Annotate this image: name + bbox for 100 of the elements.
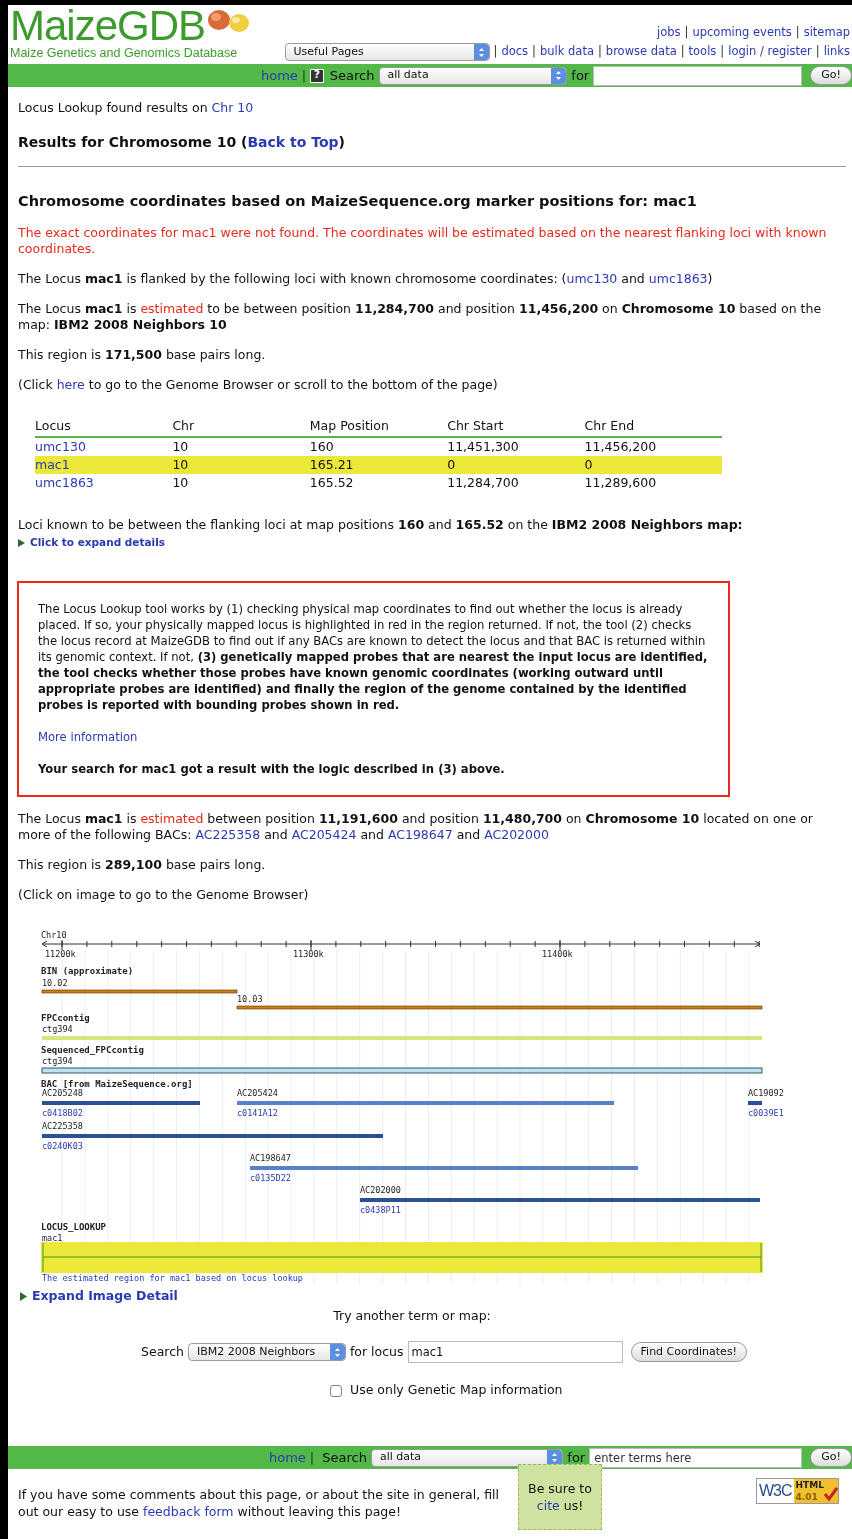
- link[interactable]: AC205424: [291, 826, 357, 842]
- cite-text: Be sure to: [528, 1480, 592, 1497]
- feature-label: mac1: [42, 1232, 63, 1243]
- nav-link[interactable]: upcoming events: [692, 24, 792, 42]
- link[interactable]: umc130: [566, 270, 618, 286]
- separator: |: [532, 43, 536, 61]
- link[interactable]: AC198647: [387, 826, 453, 842]
- cite-text: us!: [562, 1497, 584, 1514]
- locus-link[interactable]: umc130: [35, 438, 173, 457]
- link[interactable]: AC202000: [484, 826, 549, 842]
- chromosome-label: Chr10: [41, 929, 67, 940]
- map-dropdown[interactable]: IBM2 2008 Neighbors: [187, 1343, 346, 1362]
- separator: |: [309, 1448, 315, 1467]
- nav-link[interactable]: links: [823, 43, 850, 61]
- track-label: BAC [from MaizeSequence.org]: [41, 1078, 193, 1089]
- link[interactable]: Back to Top: [247, 133, 339, 150]
- link[interactable]: here: [56, 376, 85, 392]
- separator: |: [720, 43, 725, 61]
- feature-label: ctg394: [42, 1055, 73, 1066]
- nav-link[interactable]: docs: [501, 43, 529, 61]
- separator: |: [815, 43, 820, 61]
- track-label: LOCUS_LOOKUP: [41, 1221, 107, 1232]
- bac-label: AC202000: [360, 1184, 401, 1195]
- table-cell-text: 10: [172, 474, 190, 493]
- link[interactable]: umc1863: [648, 270, 708, 286]
- logo-text[interactable]: MaizeGDB: [10, 7, 206, 45]
- bac-label: AC198647: [250, 1152, 291, 1163]
- clone-link: c0418B02: [42, 1107, 83, 1118]
- go-button[interactable]: Go!: [810, 1448, 852, 1467]
- nav-link[interactable]: login / register: [728, 43, 812, 61]
- separator: |: [597, 43, 602, 61]
- tagline: Maize Genetics and Genomics Database: [10, 45, 238, 61]
- for-label: for: [567, 1448, 586, 1467]
- bac-label: AC205248: [42, 1087, 83, 1098]
- column-header: Map Position: [309, 416, 390, 435]
- link[interactable]: AC225358: [195, 826, 261, 842]
- link[interactable]: Chr 10: [211, 100, 254, 115]
- status-text: Locus Lookup found results on Chr 10: [18, 99, 255, 117]
- table-cell-text: 165.21: [309, 456, 355, 475]
- table-cell-text: 10: [172, 456, 190, 475]
- paragraph: (Click here to go to the Genome Browser or scroll to the bottom of the page): [18, 376, 499, 393]
- help-icon[interactable]: ?: [310, 68, 324, 83]
- locus-link[interactable]: mac1: [35, 456, 173, 475]
- table-cell-text: 11,456,200: [584, 438, 658, 457]
- nav-link[interactable]: browse data: [605, 43, 677, 61]
- clone-link: c0039E1: [748, 1107, 784, 1118]
- info-text: The Locus Lookup tool works by (1) checking physical map coordinates to find out whether the locus is already placed. If so, your physically mapped locus is highlighted in red in the region returned. If not, the tool (2) checks the locus record at MaizeGDB to find out if any BACs are known to detect the locus and that BAC is returned within its genomic context. If not, (3) genetically mapped probes that are nearest the input locus are identified, the tool checks whether those probes have known genomic coordinates (working outward until appropriate probes are identified) and finally the region of the genome contained by the identified probes is reported with bounding probes shown in red.: [38, 600, 709, 713]
- search-field[interactable]: enter terms here: [589, 1447, 803, 1468]
- useful-pages-dropdown[interactable]: Useful Pages: [284, 43, 490, 61]
- nav-link[interactable]: bulk data: [539, 43, 594, 61]
- table-cell-text: 165.52: [309, 474, 355, 493]
- track-label: BIN (approximate): [41, 965, 134, 976]
- results-heading: Results for Chromosome 10 (Back to Top): [18, 132, 346, 152]
- scope-dropdown[interactable]: all data: [378, 66, 568, 85]
- find-coordinates-button[interactable]: Find Coordinates!: [630, 1342, 748, 1363]
- table-cell-text: 11,284,700: [447, 474, 520, 493]
- feature-label: 10.03: [237, 993, 263, 1004]
- paragraph: This region is 289,100 base pairs long.: [18, 856, 267, 873]
- locus-link[interactable]: umc1863: [35, 474, 173, 493]
- result-text: Your search for mac1 got a result with the logic described in (3) above.: [38, 760, 506, 777]
- clone-link: c0438P11: [360, 1204, 401, 1215]
- track-label: FPCcontig: [41, 1012, 90, 1023]
- feature-label: ctg394: [42, 1023, 73, 1034]
- for-locus-label: for locus: [349, 1342, 404, 1361]
- expand-details-link[interactable]: Click to expand details: [18, 535, 165, 551]
- go-button[interactable]: Go!: [810, 66, 852, 85]
- checkbox[interactable]: [330, 1384, 342, 1397]
- home-link[interactable]: home: [261, 65, 298, 86]
- table-cell-text: 11,451,300: [447, 438, 520, 457]
- paragraph: The Locus mac1 is estimated between position 11,191,600 and position 11,480,700 on Chromosome 10 located on one or more of the following BACs: AC225358 and AC205424 and AC198647 and AC202000: [18, 810, 814, 843]
- checkbox-label: Use only Genetic Map information: [350, 1381, 563, 1400]
- track-label: Sequenced_FPCcontig: [41, 1044, 144, 1055]
- tick-label: 11300k: [293, 948, 324, 959]
- more-information-link[interactable]: More information: [38, 728, 138, 745]
- search-field[interactable]: [593, 65, 803, 86]
- table-cell-text: 0: [447, 456, 457, 475]
- expand-image-link[interactable]: Expand Image Detail: [20, 1286, 178, 1306]
- corn-icon: [205, 7, 252, 35]
- bac-label: AC225358: [42, 1120, 83, 1131]
- bac-label: AC205424: [237, 1087, 278, 1098]
- caption-text: The estimated region for mac1 based on locus lookup: [42, 1272, 303, 1283]
- column-header: Locus: [35, 416, 72, 435]
- cite-link[interactable]: cite: [536, 1497, 560, 1514]
- link[interactable]: feedback form: [143, 1504, 234, 1519]
- nav-link[interactable]: tools: [688, 43, 717, 61]
- section-heading: Chromosome coordinates based on MaizeSequence.org marker positions for: mac1: [18, 191, 698, 211]
- home-link[interactable]: home: [269, 1447, 306, 1468]
- triangle-icon: [20, 1291, 27, 1301]
- search-label: Search: [141, 1342, 184, 1361]
- nav-link[interactable]: jobs: [657, 24, 681, 42]
- clone-link: c0141A12: [237, 1107, 278, 1118]
- table-cell-text: 11,289,600: [584, 474, 658, 493]
- tick-label: 11200k: [45, 948, 76, 959]
- scope-dropdown[interactable]: all data: [370, 1448, 564, 1467]
- search-label: Search: [329, 66, 375, 85]
- search-label: Search: [322, 1448, 367, 1467]
- table-row[interactable]: mac1 10 165.21 0 0: [35, 456, 722, 475]
- separator: |: [680, 43, 685, 61]
- locus-field[interactable]: mac1: [407, 1341, 623, 1364]
- nav-link[interactable]: sitemap: [803, 24, 850, 42]
